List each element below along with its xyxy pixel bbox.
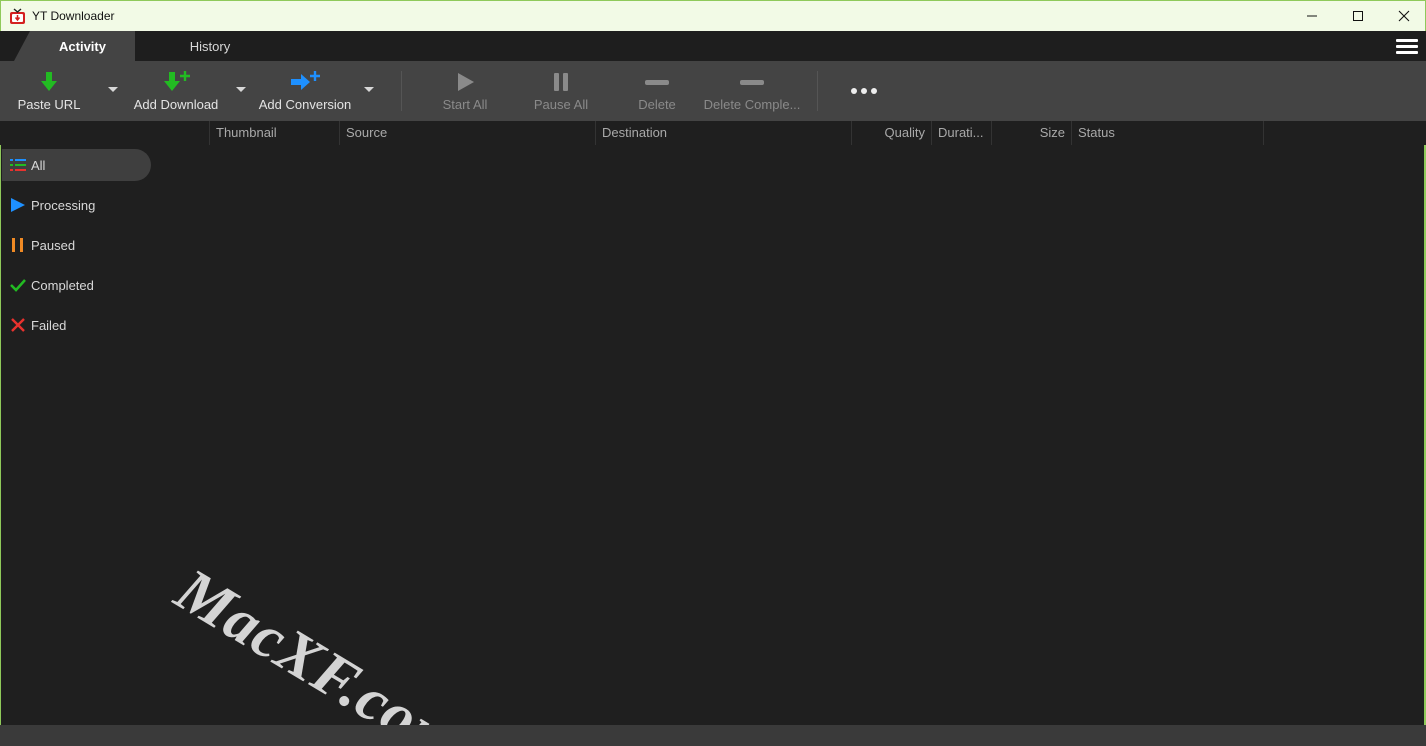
tab-history[interactable]: History (160, 31, 260, 61)
close-button[interactable] (1381, 1, 1426, 31)
add-conversion-button[interactable]: Add Conversion (254, 61, 356, 121)
add-download-label: Add Download (133, 97, 219, 112)
toolbar-separator (817, 71, 818, 111)
start-all-button[interactable]: Start All (425, 61, 505, 121)
minus-icon (645, 80, 669, 85)
tab-bar: Activity History (0, 31, 1426, 61)
tab-history-label: History (189, 38, 231, 54)
pause-icon (12, 238, 23, 252)
sidebar-item-label: Failed (31, 317, 67, 333)
pause-icon (554, 73, 568, 91)
tab-activity-label: Activity (59, 38, 106, 54)
pause-all-label: Pause All (533, 97, 589, 112)
tab-activity[interactable]: Activity (14, 31, 135, 61)
column-thumbnail[interactable]: Thumbnail (209, 121, 339, 145)
sidebar-item-label: All (31, 157, 46, 173)
download-arrow-icon (41, 72, 57, 91)
delete-label: Delete (638, 97, 676, 112)
sidebar-item-failed[interactable]: Failed (2, 309, 151, 341)
toolbar-separator (401, 71, 402, 111)
column-source[interactable]: Source (339, 121, 595, 145)
delete-completed-label: Delete Comple... (703, 97, 801, 112)
column-header: Thumbnail Source Destination Quality Dur… (0, 121, 1426, 145)
sidebar-item-label: Completed (31, 277, 94, 293)
list-icon (10, 159, 26, 171)
download-list-area[interactable] (155, 145, 1426, 725)
add-download-button[interactable]: Add Download (128, 61, 224, 121)
paste-url-label: Paste URL (17, 97, 81, 112)
start-all-label: Start All (442, 97, 488, 112)
add-conversion-icon (291, 71, 320, 90)
column-status[interactable]: Status (1071, 121, 1263, 145)
more-options-icon[interactable] (850, 84, 880, 98)
add-conversion-label: Add Conversion (258, 97, 352, 112)
yt-downloader-app-icon (10, 8, 25, 24)
status-bar (0, 725, 1426, 746)
add-download-dropdown-icon[interactable] (236, 87, 246, 92)
maximize-icon (1353, 11, 1363, 21)
sidebar-item-label: Processing (31, 197, 96, 213)
minus-icon (740, 80, 764, 85)
play-icon (458, 73, 474, 91)
toolbar: Paste URL Add Download Add Conversion St… (0, 61, 1426, 121)
sidebar-item-all[interactable]: All (2, 149, 151, 181)
add-conversion-dropdown-icon[interactable] (364, 87, 374, 92)
checkmark-icon (10, 279, 26, 292)
window-title: YT Downloader (32, 9, 115, 23)
sidebar-item-label: Paused (31, 237, 76, 253)
delete-completed-button[interactable]: Delete Comple... (702, 61, 802, 121)
pause-all-button[interactable]: Pause All (521, 61, 601, 121)
minimize-button[interactable] (1289, 1, 1335, 31)
play-icon (11, 198, 25, 212)
column-destination[interactable]: Destination (595, 121, 851, 145)
column-duration[interactable]: Durati... (931, 121, 991, 145)
hamburger-menu-icon[interactable] (1396, 39, 1418, 55)
minimize-icon (1307, 15, 1317, 17)
sidebar-item-completed[interactable]: Completed (2, 269, 151, 301)
add-download-icon (164, 71, 190, 91)
sidebar-item-processing[interactable]: Processing (2, 189, 151, 221)
delete-button[interactable]: Delete (617, 61, 697, 121)
column-size[interactable]: Size (991, 121, 1071, 145)
sidebar-item-paused[interactable]: Paused (2, 229, 151, 261)
paste-url-button[interactable]: Paste URL (10, 61, 88, 121)
title-bar: YT Downloader (0, 0, 1426, 31)
close-icon (1398, 10, 1410, 22)
paste-url-dropdown-icon[interactable] (108, 87, 118, 92)
maximize-button[interactable] (1335, 1, 1381, 31)
x-icon (11, 318, 25, 332)
column-quality[interactable]: Quality (851, 121, 931, 145)
column-divider (1263, 121, 1264, 145)
